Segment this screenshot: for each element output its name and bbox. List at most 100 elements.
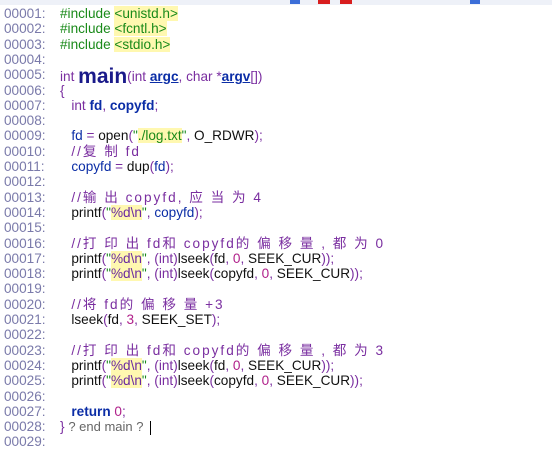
line-number: 00022:: [4, 327, 46, 343]
code-line[interactable]: 00028: } ? end main ?: [0, 419, 552, 435]
line-number: 00018:: [4, 266, 46, 282]
code-token: fd: [214, 250, 226, 266]
code-token: ,: [225, 357, 233, 373]
line-number: 00014:: [4, 204, 46, 220]
code-token: fd: [214, 357, 226, 373]
code-line[interactable]: 00016: //打 印 出 fd和 copyfd的 偏 移 量 , 都 为 0: [0, 236, 552, 251]
code-token: , (: [146, 266, 159, 282]
code-line[interactable]: 00010: //复 制 fd: [0, 144, 552, 159]
code-token: %d\n: [110, 250, 142, 266]
code-line[interactable]: 00023: //打 印 出 fd和 copyfd的 偏 移 量 , 都 为 3: [0, 343, 552, 358]
code-text: {: [60, 83, 65, 98]
code-line[interactable]: 00008:: [0, 113, 552, 128]
code-line[interactable]: 00022:: [0, 327, 552, 342]
line-number: 00017:: [4, 250, 46, 266]
code-line[interactable]: 00026:: [0, 389, 552, 404]
code-line[interactable]: 00009: fd = open("./log.txt", O_RDWR);: [0, 128, 552, 144]
code-line[interactable]: 00020: //将 fd的 偏 移 量 +3: [0, 297, 552, 312]
code-token: lseek: [177, 357, 210, 373]
code-line[interactable]: 00024: printf("%d\n", (int)lseek(fd, 0, …: [0, 357, 552, 373]
line-number: 00027:: [4, 403, 46, 419]
code-token: open: [98, 128, 129, 144]
code-token: ,: [240, 357, 249, 373]
code-token: , (: [146, 357, 159, 373]
code-line[interactable]: 00002: #include <fcntl.h>: [0, 21, 552, 37]
code-token: ));: [350, 266, 363, 282]
code-text: printf("%d\n", (int)lseek(fd, 0, SEEK_CU…: [60, 250, 334, 266]
code-text: } ? end main ?: [60, 419, 151, 435]
code-token: printf: [71, 266, 102, 282]
code-token: ,: [102, 97, 110, 113]
code-line[interactable]: 00007: int fd, copyfd;: [0, 98, 552, 113]
toolbar-strip: [0, 0, 552, 5]
code-line[interactable]: 00001: #include <unistd.h>: [0, 6, 552, 21]
code-token: #include: [60, 6, 115, 21]
toolbar-icon[interactable]: [340, 0, 352, 4]
code-line[interactable]: 00021: lseek(fd, 3, SEEK_SET);: [0, 312, 552, 327]
code-text: //打 印 出 fd和 copyfd的 偏 移 量 , 都 为 3: [60, 343, 385, 358]
code-token: //复 制 fd: [71, 143, 141, 159]
line-number: 00016:: [4, 235, 46, 251]
code-line[interactable]: 00027: return 0;: [0, 404, 552, 419]
code-token: ));: [350, 373, 363, 389]
code-token: copyfd: [214, 373, 255, 389]
line-number: 00011:: [4, 159, 45, 174]
code-line[interactable]: 00019:: [0, 281, 552, 296]
code-line[interactable]: 00029:: [0, 434, 552, 449]
code-token: copyfd: [214, 266, 255, 282]
code-line[interactable]: 00025: printf("%d\n", (int)lseek(copyfd,…: [0, 373, 552, 389]
line-number: 00028:: [4, 419, 46, 435]
code-token: <fcntl.h>: [114, 21, 167, 37]
code-editor[interactable]: 00001: #include <unistd.h> 00002: #include …: [0, 6, 552, 464]
line-number: 00029:: [4, 434, 46, 450]
code-line[interactable]: 00006: {: [0, 83, 552, 98]
code-token: int: [158, 266, 174, 282]
code-token: lseek: [177, 250, 210, 266]
code-token: //将 fd的 偏 移 量 +3: [71, 296, 225, 312]
code-token: fd: [154, 159, 166, 174]
code-token: , (: [146, 373, 159, 389]
code-line[interactable]: 00018: printf("%d\n", (int)lseek(copyfd,…: [0, 266, 552, 282]
code-text: #include <stdio.h>: [60, 36, 171, 52]
code-token: fd: [107, 312, 119, 327]
line-number: 00019:: [4, 281, 46, 297]
code-text: printf("%d\n", (int)lseek(fd, 0, SEEK_CU…: [60, 357, 335, 373]
toolbar-icon[interactable]: [318, 0, 330, 4]
code-token: printf: [71, 250, 102, 266]
code-token: ));: [321, 357, 335, 373]
code-token: copyfd: [71, 159, 112, 174]
code-line[interactable]: 00014: printf("%d\n", copyfd);: [0, 204, 552, 220]
toolbar-icon[interactable]: [290, 0, 300, 4]
code-text: //复 制 fd: [60, 144, 141, 159]
code-line[interactable]: 00011: copyfd = dup(fd);: [0, 159, 552, 174]
code-token: SEEK_SET: [141, 312, 212, 327]
text-caret: [149, 420, 151, 435]
code-token: ? end main ?: [68, 419, 144, 435]
code-line[interactable]: 00015:: [0, 220, 552, 235]
code-text: #include <unistd.h>: [60, 6, 178, 21]
code-line[interactable]: 00013: //输 出 copyfd, 应 当 为 4: [0, 190, 552, 205]
code-line[interactable]: 00012:: [0, 174, 552, 189]
line-number: 00005:: [4, 67, 46, 83]
code-text: #include <fcntl.h>: [60, 21, 167, 37]
line-number: 00010:: [4, 143, 46, 159]
toolbar-icon[interactable]: [470, 0, 480, 4]
code-line[interactable]: 00017: printf("%d\n", (int)lseek(fd, 0, …: [0, 250, 552, 266]
line-number: 00015:: [4, 220, 46, 236]
code-token: //打 印 出 fd和 copyfd的 偏 移 量 , 都 为 3: [71, 342, 386, 358]
code-token: SEEK_CUR: [276, 373, 351, 389]
code-token: ,: [240, 250, 249, 266]
code-token: <stdio.h>: [114, 36, 171, 52]
code-token: ;: [121, 403, 126, 419]
code-line[interactable]: 00005: int main(int argc, char *argv[]): [0, 66, 552, 87]
code-token: O_RDWR: [194, 128, 255, 144]
code-line[interactable]: 00003: #include <stdio.h>: [0, 36, 552, 52]
line-number: 00009:: [4, 128, 46, 144]
